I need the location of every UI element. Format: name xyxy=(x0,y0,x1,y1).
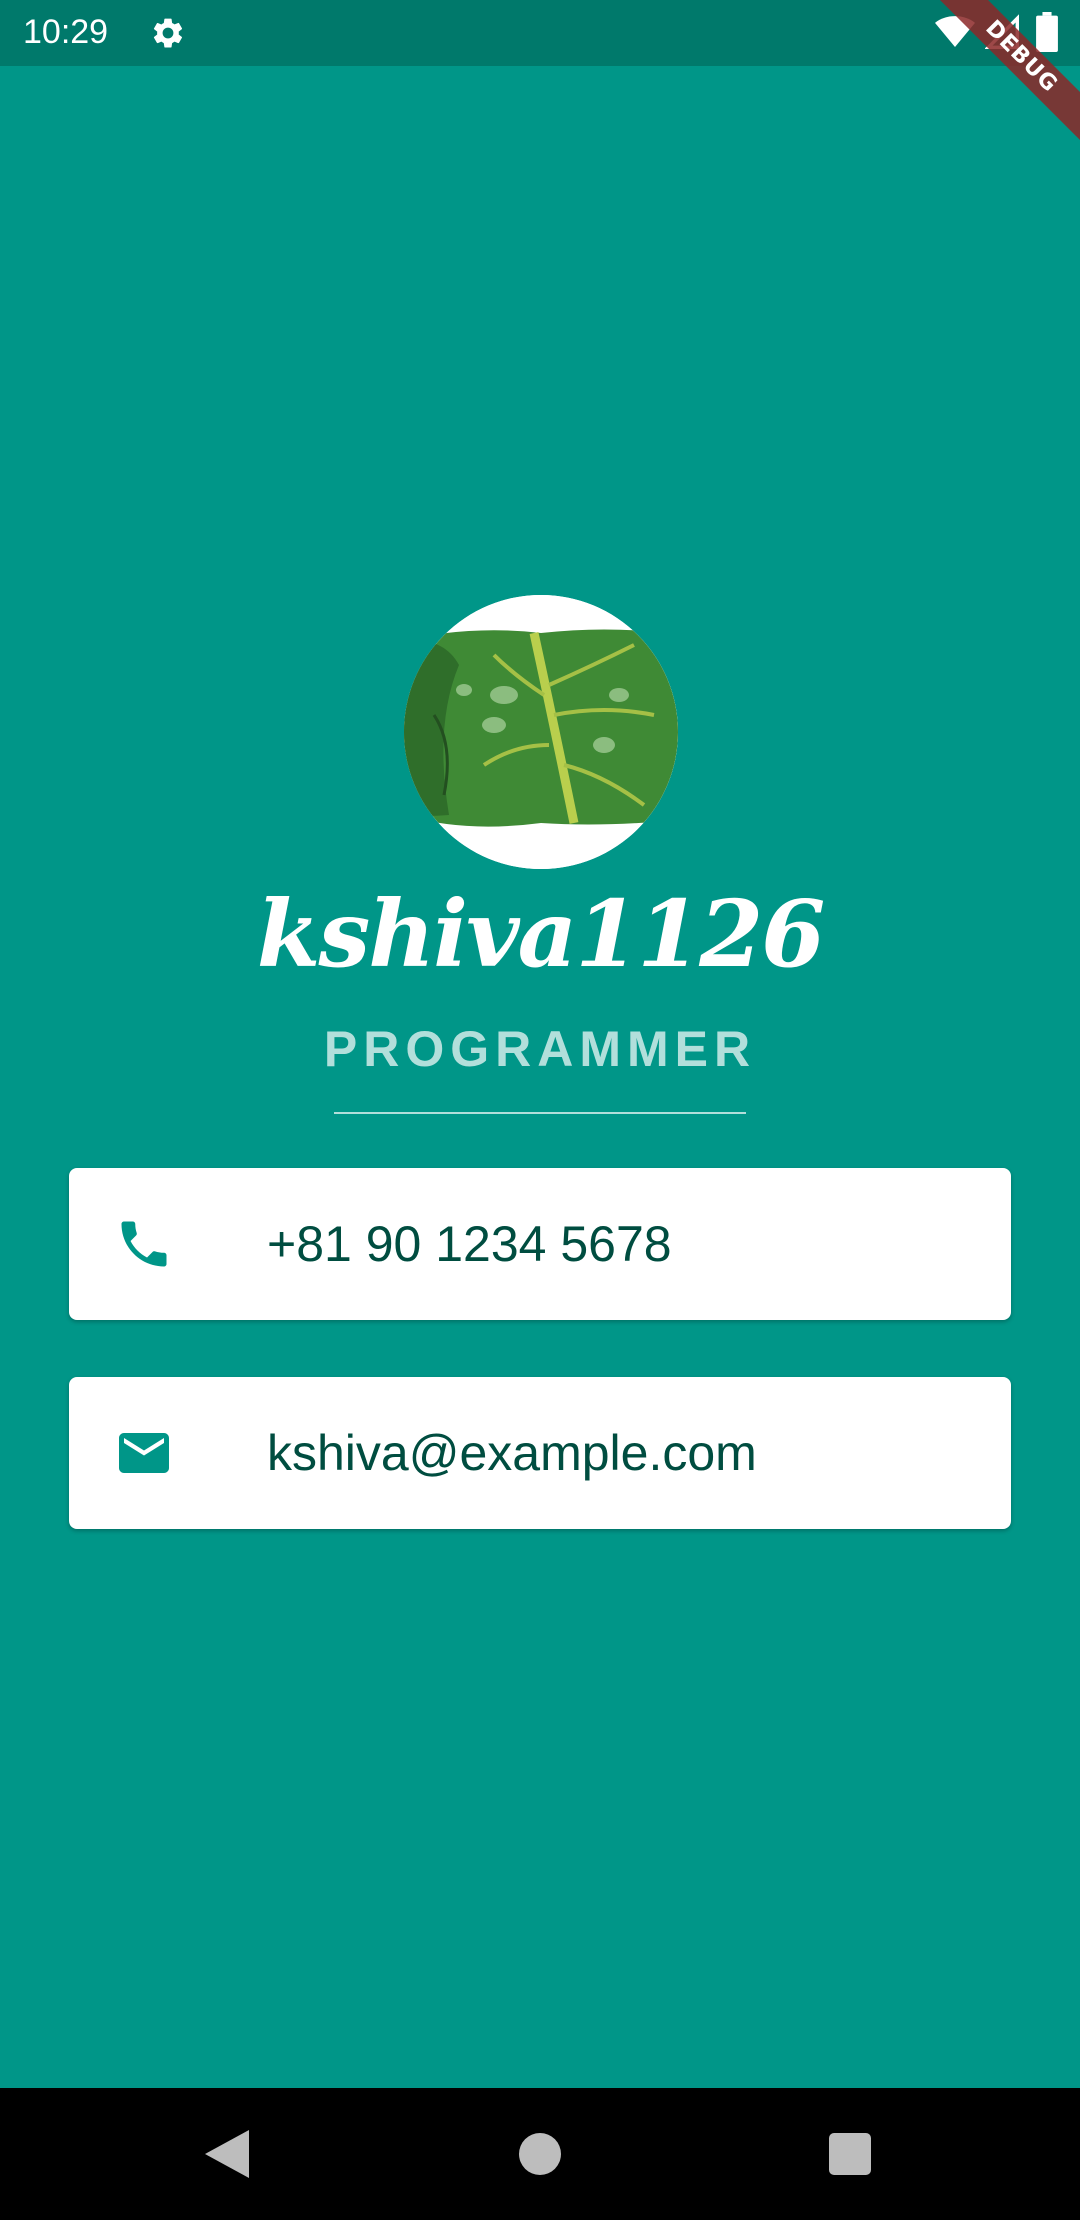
navigation-bar xyxy=(0,2088,1080,2220)
email-card[interactable]: kshiva@example.com xyxy=(69,1377,1011,1529)
recents-icon[interactable] xyxy=(829,2133,871,2175)
phone-card[interactable]: +81 90 1234 5678 xyxy=(69,1168,1011,1320)
status-time: 10:29 xyxy=(23,13,109,51)
email-address: kshiva@example.com xyxy=(267,1425,757,1481)
leaf-roll-avatar xyxy=(404,595,678,869)
back-icon[interactable] xyxy=(205,2130,249,2178)
status-bar: 10:29 xyxy=(0,0,1080,66)
battery-icon xyxy=(1036,12,1058,52)
gear-icon xyxy=(153,18,183,48)
phone-number: +81 90 1234 5678 xyxy=(267,1216,672,1272)
profile-name: kshiva1126 xyxy=(256,880,826,988)
home-icon[interactable] xyxy=(519,2133,561,2175)
wifi-icon xyxy=(935,16,975,47)
profile-title: PROGRAMMER xyxy=(323,1021,757,1077)
signal-icon xyxy=(985,14,1019,49)
divider xyxy=(334,1112,746,1114)
mail-icon xyxy=(119,1433,169,1473)
avatar xyxy=(404,595,678,869)
phone-icon xyxy=(121,1221,167,1267)
